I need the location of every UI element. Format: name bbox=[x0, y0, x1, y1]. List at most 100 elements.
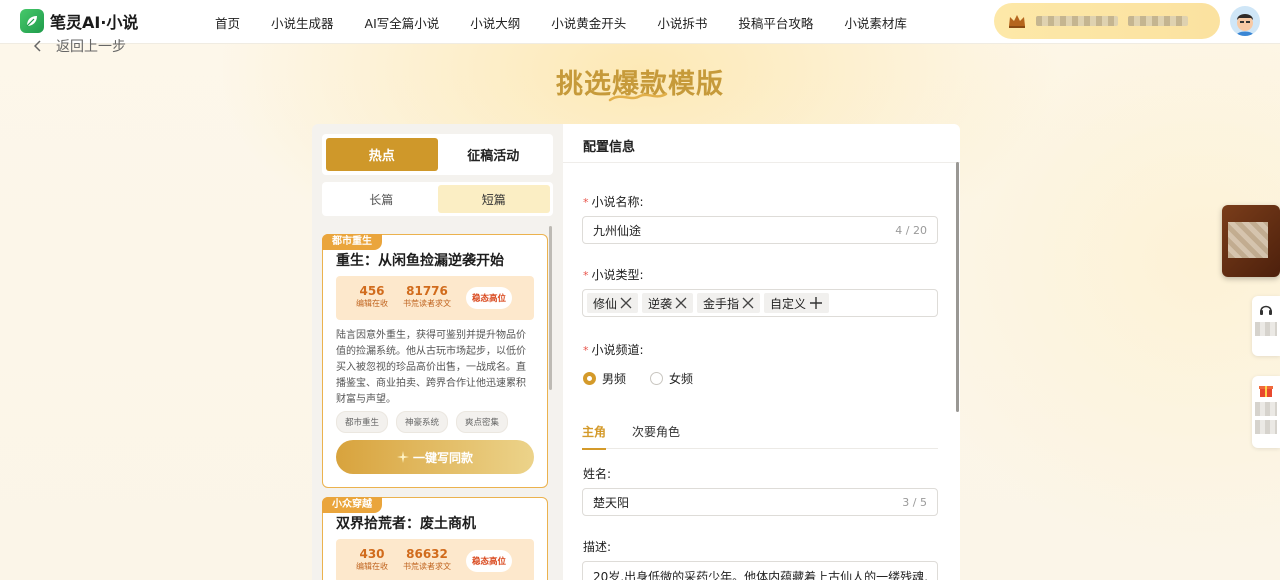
vip-banner[interactable] bbox=[994, 3, 1220, 39]
required-mark: * bbox=[583, 269, 589, 282]
stat-editors-label: 编辑在收 bbox=[356, 562, 388, 571]
novel-name-label: * 小说名称: bbox=[583, 193, 644, 210]
stat-readers-value: 81776 bbox=[406, 284, 448, 298]
config-panel: 配置信息 * 小说名称: 九州仙途 4 / 20 * 小说类型: 修仙 逆袭 金手指… bbox=[563, 124, 960, 580]
card-title: 重生：从闲鱼捡漏逆袭开始 bbox=[336, 253, 504, 269]
card-description: 陆言因意外重生，获得可鉴别并提升物品价值的捡漏系统。他从古玩市场起步，以低价买入… bbox=[336, 330, 526, 405]
blurred-vip-text bbox=[1036, 16, 1118, 26]
close-icon[interactable] bbox=[620, 297, 632, 309]
nav-material-library[interactable]: 小说素材库 bbox=[844, 13, 907, 32]
role-desc-textarea[interactable]: 20岁,出身低微的采药少年。他体内蕴藏着上古仙人的一缕残魂, bbox=[582, 561, 938, 580]
novel-name-input[interactable]: 九州仙途 4 / 20 bbox=[582, 216, 938, 244]
sparkle-icon bbox=[396, 451, 409, 463]
tab-long[interactable]: 长篇 bbox=[325, 185, 438, 213]
tab-contest[interactable]: 征稿活动 bbox=[438, 138, 550, 171]
novel-name-counter: 4 / 20 bbox=[895, 223, 927, 237]
length-tabs: 长篇 短篇 bbox=[322, 182, 553, 216]
back-link[interactable]: 返回上一步 bbox=[34, 36, 126, 56]
list-scrollbar[interactable] bbox=[549, 226, 552, 390]
novel-type-label: * 小说类型: bbox=[583, 266, 644, 283]
type-tag[interactable]: 金手指 bbox=[697, 293, 761, 313]
close-icon[interactable] bbox=[675, 297, 687, 309]
headset-icon bbox=[1260, 305, 1272, 315]
gift-widget[interactable] bbox=[1252, 376, 1280, 448]
required-mark: * bbox=[583, 196, 589, 209]
back-label: 返回上一步 bbox=[56, 39, 126, 55]
channel-radio-group: 男频 女频 bbox=[583, 370, 693, 387]
nav-novel-generator[interactable]: 小说生成器 bbox=[271, 13, 334, 32]
trend-badge: 稳态高位 bbox=[466, 550, 512, 572]
app-name: 笔灵AI·小说 bbox=[50, 13, 139, 32]
stat-readers-label: 书荒读者求文 bbox=[403, 562, 451, 571]
stat-readers: 86632 书荒读者求文 bbox=[403, 547, 451, 573]
channel-option-label: 男频 bbox=[602, 372, 627, 386]
stat-editors: 456 编辑在收 bbox=[356, 284, 388, 310]
nav-golden-opening[interactable]: 小说黄金开头 bbox=[551, 13, 626, 32]
blurred-widget-label bbox=[1255, 322, 1277, 336]
custom-tag-label: 自定义 bbox=[770, 296, 807, 311]
card-chips: 都市重生 神豪系统 爽点密集 bbox=[336, 411, 509, 433]
role-tabs: 主角 次要角色 bbox=[582, 422, 938, 450]
config-scrollbar[interactable] bbox=[956, 162, 959, 412]
stat-editors-value: 430 bbox=[359, 547, 385, 561]
user-avatar[interactable] bbox=[1230, 6, 1260, 36]
custom-tag-button[interactable]: 自定义 bbox=[764, 293, 830, 313]
role-name-value: 楚天阳 bbox=[593, 495, 630, 510]
app-logo[interactable]: 笔灵AI·小说 bbox=[20, 9, 138, 33]
plus-icon bbox=[810, 297, 823, 309]
chip: 爽点密集 bbox=[456, 411, 509, 433]
type-tag-label: 逆袭 bbox=[648, 296, 673, 311]
stat-readers-label: 书荒读者求文 bbox=[403, 299, 451, 308]
novel-type-input[interactable]: 修仙 逆袭 金手指 自定义 bbox=[582, 289, 938, 317]
crown-icon bbox=[1009, 15, 1025, 28]
config-title: 配置信息 bbox=[583, 140, 636, 155]
radio-checked-icon bbox=[583, 372, 596, 385]
tab-secondary-role[interactable]: 次要角色 bbox=[632, 422, 680, 449]
stat-editors-label: 编辑在收 bbox=[356, 299, 388, 308]
role-desc-label: 描述: bbox=[583, 540, 612, 554]
genre-tag: 都市重生 bbox=[322, 234, 382, 250]
type-tag[interactable]: 逆袭 bbox=[642, 293, 694, 313]
template-card[interactable]: 小众穿越 双界拾荒者：废土商机 430 编辑在收 86632 书荒读者求文 稳态… bbox=[322, 497, 548, 580]
main-nav: 首页 小说生成器 AI写全篇小说 小说大纲 小说黄金开头 小说拆书 投稿平台攻略… bbox=[215, 0, 938, 44]
stat-editors: 430 编辑在收 bbox=[356, 547, 388, 573]
nav-book-breakdown[interactable]: 小说拆书 bbox=[657, 13, 707, 32]
trend-badge: 稳态高位 bbox=[466, 287, 512, 309]
tab-short[interactable]: 短篇 bbox=[437, 185, 550, 213]
nav-submission-guide[interactable]: 投稿平台攻略 bbox=[738, 13, 813, 32]
card-stats: 456 编辑在收 81776 书荒读者求文 稳态高位 bbox=[336, 276, 534, 320]
template-list-panel: 热点 征稿活动 长篇 短篇 都市重生 重生：从闲鱼捡漏逆袭开始 456 编辑在收… bbox=[312, 124, 563, 580]
template-card[interactable]: 都市重生 重生：从闲鱼捡漏逆袭开始 456 编辑在收 81776 书荒读者求文 … bbox=[322, 234, 548, 488]
card-title: 双界拾荒者：废土商机 bbox=[336, 516, 476, 532]
role-name-input[interactable]: 楚天阳 3 / 5 bbox=[582, 488, 938, 516]
channel-female-radio[interactable]: 女频 bbox=[650, 370, 693, 387]
radio-unchecked-icon bbox=[650, 372, 664, 385]
config-header: 配置信息 bbox=[563, 124, 960, 163]
category-tabs: 热点 征稿活动 bbox=[322, 134, 553, 175]
channel-label-text: 小说频道: bbox=[591, 343, 644, 357]
type-tag-label: 修仙 bbox=[593, 296, 618, 311]
required-mark: * bbox=[583, 344, 589, 357]
card-stats: 430 编辑在收 86632 书荒读者求文 稳态高位 bbox=[336, 539, 534, 580]
blurred-vip-text bbox=[1128, 16, 1188, 26]
role-name-counter: 3 / 5 bbox=[902, 495, 927, 509]
leaf-logo-icon bbox=[20, 9, 44, 33]
role-name-label: 姓名: bbox=[583, 467, 612, 481]
customer-service-widget[interactable] bbox=[1252, 296, 1280, 356]
novel-name-label-text: 小说名称: bbox=[591, 195, 644, 209]
blurred-widget-label bbox=[1255, 402, 1277, 416]
write-same-label: 一键写同款 bbox=[412, 450, 473, 465]
nav-home[interactable]: 首页 bbox=[215, 13, 240, 32]
novel-type-label-text: 小说类型: bbox=[591, 268, 644, 282]
channel-male-radio[interactable]: 男频 bbox=[583, 370, 626, 387]
close-icon[interactable] bbox=[742, 297, 754, 309]
tab-hot[interactable]: 热点 bbox=[326, 138, 438, 171]
novel-name-value: 九州仙途 bbox=[593, 223, 642, 238]
tab-protagonist[interactable]: 主角 bbox=[582, 422, 607, 450]
type-tag[interactable]: 修仙 bbox=[587, 293, 639, 313]
nav-outline[interactable]: 小说大纲 bbox=[470, 13, 520, 32]
write-same-button[interactable]: 一键写同款 bbox=[336, 440, 534, 474]
blurred-widget-label bbox=[1255, 420, 1277, 434]
type-tag-label: 金手指 bbox=[703, 296, 740, 311]
nav-ai-full-novel[interactable]: AI写全篇小说 bbox=[365, 13, 440, 32]
